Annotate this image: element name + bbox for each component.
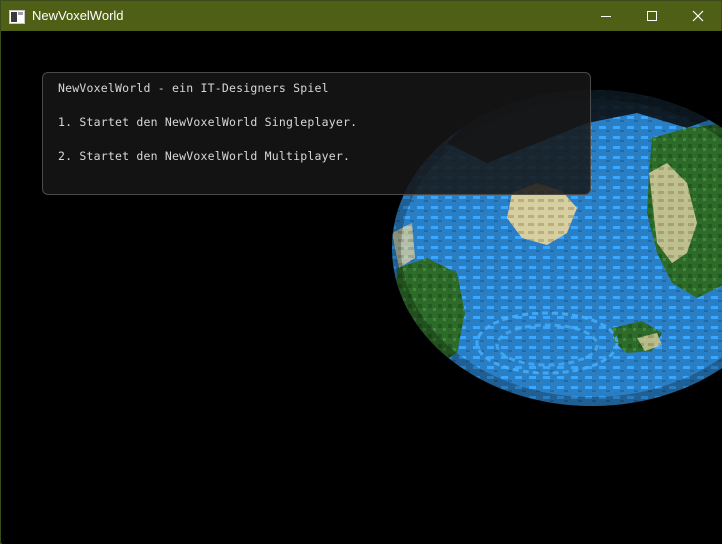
minimize-icon xyxy=(601,16,611,17)
window-title: NewVoxelWorld xyxy=(32,8,124,23)
menu-heading: NewVoxelWorld - ein IT-Designers Spiel xyxy=(58,81,329,95)
menu-option-multiplayer[interactable]: 2. Startet den NewVoxelWorld Multiplayer… xyxy=(58,149,350,163)
close-button[interactable] xyxy=(675,1,721,31)
menu-option-singleplayer[interactable]: 1. Startet den NewVoxelWorld Singleplaye… xyxy=(58,115,357,129)
start-menu-panel: NewVoxelWorld - ein IT-Designers Spiel 1… xyxy=(42,72,591,195)
title-bar[interactable]: NewVoxelWorld xyxy=(1,1,721,31)
window-app-icon[interactable] xyxy=(9,9,25,24)
maximize-icon xyxy=(647,11,657,21)
minimize-button[interactable] xyxy=(583,1,629,31)
close-icon xyxy=(692,10,704,22)
game-viewport[interactable]: NewVoxelWorld - ein IT-Designers Spiel 1… xyxy=(2,31,722,544)
app-window: NewVoxelWorld NewVoxelWorld - ein IT-Des… xyxy=(0,0,722,544)
maximize-button[interactable] xyxy=(629,1,675,31)
